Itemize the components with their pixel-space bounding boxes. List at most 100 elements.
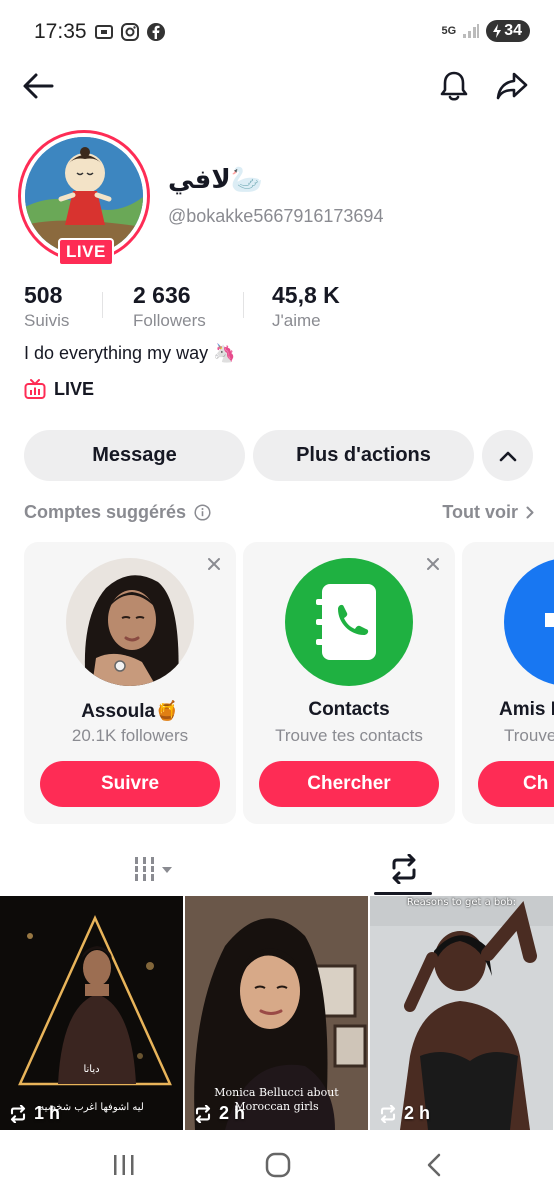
live-badge: LIVE bbox=[58, 238, 114, 266]
follow-button[interactable]: Suivre bbox=[40, 761, 220, 807]
signal-icon bbox=[463, 24, 480, 38]
stat-followers-label: Followers bbox=[133, 311, 206, 330]
bell-icon bbox=[440, 71, 468, 101]
suggestion-subtitle: Trouve tes contacts bbox=[275, 726, 423, 745]
suggested-accounts-carousel[interactable]: Assoula🍯 20.1K followers Suivre Contacts… bbox=[24, 542, 554, 824]
recent-apps-button[interactable] bbox=[94, 1148, 154, 1182]
info-icon[interactable] bbox=[194, 504, 211, 521]
stat-following-label: Suivis bbox=[24, 311, 70, 330]
arrow-left-icon bbox=[23, 73, 54, 99]
video-thumbnail-image bbox=[370, 896, 553, 1130]
live-link-label: LIVE bbox=[54, 378, 95, 399]
status-bar: 17:35 5G 34 bbox=[0, 0, 554, 64]
more-actions-button[interactable]: Plus d'actions bbox=[253, 430, 474, 481]
share-button[interactable] bbox=[492, 66, 532, 106]
dismiss-suggestion-button[interactable] bbox=[423, 554, 443, 574]
video-meta: 2 h bbox=[378, 1103, 430, 1124]
back-button[interactable] bbox=[18, 66, 58, 106]
stat-likes-label: J'aime bbox=[272, 311, 321, 330]
suggestion-card: Assoula🍯 20.1K followers Suivre bbox=[24, 542, 236, 824]
video-thumbnail[interactable]: ديانا ليه اشوفها اغرب شخصيه 1 h bbox=[0, 896, 183, 1130]
suggested-accounts-header: Comptes suggérés Tout voir bbox=[24, 502, 534, 523]
live-tv-icon bbox=[24, 379, 46, 399]
stat-divider bbox=[102, 292, 103, 318]
video-time: 2 h bbox=[404, 1103, 431, 1123]
status-system-icons: 5G 34 bbox=[442, 20, 530, 42]
screenshot-icon bbox=[95, 25, 113, 39]
dismiss-suggestion-button[interactable] bbox=[204, 554, 224, 574]
see-all-link[interactable]: Tout voir bbox=[442, 502, 534, 523]
video-grid: ديانا ليه اشوفها اغرب شخصيه 1 h Monica B… bbox=[0, 896, 554, 1130]
suggestion-card: Amis F Trouve Ch bbox=[462, 542, 554, 824]
status-time: 17:35 bbox=[34, 20, 87, 43]
tab-videos[interactable] bbox=[15, 842, 292, 896]
video-caption: Reasons to get a bob: bbox=[406, 897, 517, 908]
profile-top-bar bbox=[0, 64, 554, 112]
repost-icon bbox=[195, 1104, 211, 1123]
stat-likes[interactable]: 45,8 K J'aime bbox=[272, 282, 382, 331]
repost-icon bbox=[392, 854, 415, 884]
charging-bolt-icon bbox=[493, 24, 502, 38]
video-thumbnail[interactable]: Reasons to get a bob: 2 h bbox=[370, 896, 553, 1130]
close-icon bbox=[208, 558, 220, 570]
video-grid-icon bbox=[132, 857, 172, 881]
suggestion-photo bbox=[66, 558, 194, 686]
battery-indicator: 34 bbox=[486, 20, 530, 42]
video-thumbnail-image bbox=[0, 896, 183, 1130]
share-arrow-icon bbox=[496, 72, 528, 100]
stat-divider bbox=[243, 292, 244, 318]
contacts-avatar[interactable] bbox=[285, 558, 413, 686]
status-notification-icons bbox=[94, 22, 166, 42]
video-thumbnail[interactable]: Monica Bellucci about Moroccan girls 2 h bbox=[185, 896, 368, 1130]
network-type-label: 5G bbox=[441, 24, 457, 37]
suggestion-name: Assoula🍯 bbox=[81, 701, 179, 722]
facebook-f-icon bbox=[545, 613, 554, 627]
suggestion-name: Amis F bbox=[499, 699, 554, 720]
stat-followers-value: 2 636 bbox=[133, 282, 191, 308]
recent-apps-icon bbox=[114, 1155, 134, 1175]
live-link[interactable]: LIVE bbox=[24, 378, 94, 400]
back-chevron-icon bbox=[427, 1153, 441, 1177]
notifications-button[interactable] bbox=[434, 66, 474, 106]
content-tabs bbox=[0, 842, 554, 896]
suggestion-name: Contacts bbox=[308, 699, 390, 720]
profile-actions: Message Plus d'actions bbox=[24, 430, 533, 481]
stat-followers[interactable]: 2 636 Followers bbox=[133, 282, 243, 331]
system-navigation-bar bbox=[0, 1130, 554, 1199]
home-button[interactable] bbox=[248, 1148, 308, 1182]
profile-stats: 508 Suivis 2 636 Followers 45,8 K J'aime bbox=[24, 282, 382, 331]
tab-reposts[interactable] bbox=[265, 842, 542, 896]
stat-following-value: 508 bbox=[24, 282, 63, 308]
video-time: 2 h bbox=[219, 1103, 246, 1123]
video-meta: 1 h bbox=[8, 1103, 60, 1124]
search-contacts-button[interactable]: Chercher bbox=[259, 761, 439, 807]
video-caption: ديانا bbox=[83, 1064, 100, 1075]
video-time: 1 h bbox=[34, 1103, 61, 1123]
battery-level: 34 bbox=[504, 22, 522, 39]
stat-likes-value: 45,8 K bbox=[272, 282, 340, 308]
see-all-label: Tout voir bbox=[442, 502, 518, 522]
active-tab-indicator bbox=[374, 892, 432, 895]
profile-bio: I do everything my way 🦄 bbox=[24, 343, 236, 363]
video-caption: Monica Bellucci about bbox=[214, 1086, 339, 1099]
facebook-friends-avatar[interactable] bbox=[504, 558, 554, 686]
home-icon bbox=[265, 1152, 291, 1178]
message-button[interactable]: Message bbox=[24, 430, 245, 481]
facebook-icon bbox=[147, 23, 165, 41]
suggestion-subtitle: Trouve bbox=[504, 726, 554, 745]
suggestion-followers: 20.1K followers bbox=[71, 726, 189, 745]
stat-following[interactable]: 508 Suivis bbox=[24, 282, 102, 331]
back-nav-button[interactable] bbox=[404, 1148, 464, 1182]
username: @bokakke5667916173694 bbox=[168, 206, 384, 226]
profile-avatar[interactable]: LIVE bbox=[18, 130, 150, 266]
video-meta: 2 h bbox=[193, 1103, 245, 1124]
contacts-book-icon bbox=[316, 584, 376, 660]
chevron-right-icon bbox=[526, 506, 534, 519]
instagram-icon bbox=[121, 23, 139, 41]
suggested-accounts-title-text: Comptes suggérés bbox=[24, 502, 187, 522]
suggestion-avatar[interactable] bbox=[66, 558, 194, 686]
display-name: لافي🦢 bbox=[168, 164, 264, 194]
suggested-accounts-title: Comptes suggérés bbox=[24, 502, 211, 523]
collapse-suggestions-button[interactable] bbox=[482, 430, 533, 481]
search-friends-button[interactable]: Ch bbox=[478, 761, 554, 807]
